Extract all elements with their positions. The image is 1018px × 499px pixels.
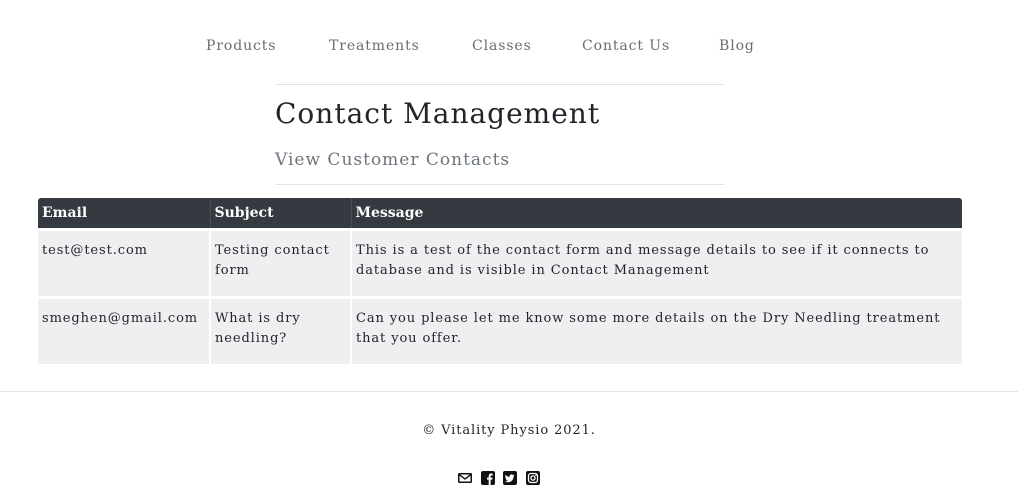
- facebook-icon[interactable]: [480, 470, 496, 486]
- column-header-message: Message: [351, 198, 962, 230]
- column-header-email: Email: [38, 198, 211, 230]
- nav-item-treatments[interactable]: Treatments: [329, 36, 420, 56]
- table-row: smeghen@gmail.com What is dry needling? …: [38, 296, 962, 364]
- nav-item-products[interactable]: Products: [206, 36, 276, 56]
- cell-email: test@test.com: [38, 228, 211, 298]
- page-subtitle: View Customer Contacts: [275, 150, 511, 170]
- envelope-icon[interactable]: [457, 470, 473, 486]
- header-divider-bottom: [275, 184, 725, 185]
- cell-subject: What is dry needling?: [210, 296, 352, 364]
- contacts-table: Email Subject Message test@test.com Test…: [38, 198, 962, 364]
- main-nav: Products Treatments Classes Contact Us B…: [0, 36, 1018, 58]
- column-header-subject: Subject: [210, 198, 352, 230]
- instagram-icon[interactable]: [525, 470, 541, 486]
- page-title: Contact Management: [275, 97, 601, 130]
- header-divider-top: [275, 84, 725, 85]
- twitter-icon[interactable]: [502, 470, 518, 486]
- nav-item-blog[interactable]: Blog: [719, 36, 755, 56]
- table-header-row: Email Subject Message: [38, 198, 962, 230]
- footer-divider: [0, 391, 1018, 392]
- cell-message: This is a test of the contact form and m…: [351, 228, 962, 298]
- cell-subject: Testing contact form: [210, 228, 352, 298]
- cell-message: Can you please let me know some more det…: [351, 296, 962, 364]
- nav-item-contact-us[interactable]: Contact Us: [582, 36, 670, 56]
- table-row: test@test.com Testing contact form This …: [38, 228, 962, 298]
- footer-copyright: © Vitality Physio 2021.: [422, 423, 596, 438]
- nav-item-classes[interactable]: Classes: [472, 36, 532, 56]
- cell-email: smeghen@gmail.com: [38, 296, 211, 364]
